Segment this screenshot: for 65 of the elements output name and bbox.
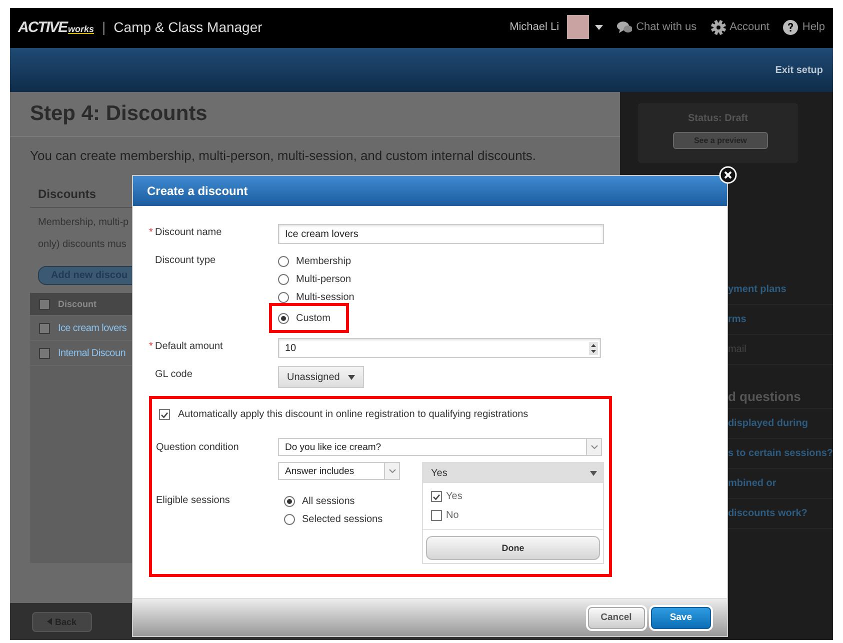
spinner-arrows-icon[interactable] <box>589 342 598 354</box>
header-link[interactable]: Chat with us <box>617 20 697 34</box>
field-label: Question condition <box>156 442 240 452</box>
intro-text: You can create membership, multi-person, multi-session, and custom internal discounts. <box>29 147 538 165</box>
app-logo: ACTIVEworks <box>18 18 94 36</box>
field-label: Eligible sessions <box>156 495 230 506</box>
answer-checkbox[interactable]: No <box>423 506 467 525</box>
discount-link[interactable]: Ice cream lovers <box>58 322 127 334</box>
checkmark-icon <box>433 494 440 500</box>
radio-option[interactable]: Multi-person <box>272 270 358 288</box>
dropdown-button[interactable]: Unassigned <box>278 366 364 388</box>
radio-button[interactable] <box>278 312 289 324</box>
text-input[interactable]: Ice cream lovers <box>278 224 604 244</box>
header-link[interactable]: Help <box>783 20 825 34</box>
chat-icon <box>617 20 632 34</box>
checkmark-icon <box>161 412 168 418</box>
help-icon <box>783 20 798 34</box>
required-asterisk: * <box>149 227 153 238</box>
gear-icon <box>710 20 726 34</box>
left-triangle-icon <box>47 618 52 625</box>
caret-icon <box>590 470 597 476</box>
radio-button[interactable] <box>278 274 289 284</box>
field-label: Discount type <box>154 254 217 268</box>
avatar-photo <box>567 15 590 39</box>
field-label: GL code <box>154 368 194 382</box>
dialog-title: Create a discount <box>147 184 248 198</box>
save-button[interactable]: Save <box>650 606 711 628</box>
radio-button[interactable] <box>278 256 289 266</box>
caret-icon[interactable] <box>595 24 604 30</box>
radio-button[interactable] <box>284 514 295 524</box>
auto-apply-checkbox[interactable]: Automatically apply this discount in online registration to qualifying registrations <box>156 409 528 420</box>
separator-label: | <box>102 19 106 35</box>
header-link[interactable]: Account <box>710 20 770 34</box>
operator-select[interactable]: Answer includes <box>278 462 400 480</box>
exit-setup-link[interactable]: Exit setup <box>775 64 823 76</box>
chevron-down-icon <box>388 469 396 473</box>
field-label: * Discount name <box>149 226 223 240</box>
answer-checkbox[interactable]: Yes <box>423 487 470 506</box>
done-button[interactable]: Done <box>426 536 600 560</box>
section-text: Membership, multi-p <box>37 216 130 230</box>
radio-button[interactable] <box>284 496 295 506</box>
radio-option[interactable]: Custom <box>272 306 346 330</box>
section-text: only) discounts mus <box>37 238 128 252</box>
row-checkbox[interactable] <box>38 322 50 334</box>
radio-option[interactable]: All sessions <box>278 492 361 510</box>
radio-option[interactable]: Multi-session <box>272 288 360 306</box>
required-asterisk: * <box>149 341 153 352</box>
caret-icon <box>348 374 355 380</box>
number-input[interactable]: 10 <box>278 338 601 358</box>
field-label: * Default amount <box>149 340 224 354</box>
row-checkbox[interactable] <box>38 298 50 310</box>
radio-button[interactable] <box>278 292 289 302</box>
column-header: Discount <box>58 299 97 309</box>
cancel-button[interactable]: Cancel <box>588 606 645 628</box>
user-name[interactable]: Michael Li <box>510 21 560 33</box>
answer-select[interactable]: Yes <box>423 463 603 483</box>
close-icon[interactable] <box>719 166 737 184</box>
row-checkbox[interactable] <box>38 348 50 358</box>
page-title: Step 4: Discounts <box>30 102 208 126</box>
chevron-down-icon <box>590 445 598 449</box>
app-title: Camp & Class Manager <box>114 19 262 35</box>
discount-link[interactable]: Internal Discoun <box>58 348 126 358</box>
question-select[interactable]: Do you like ice cream? <box>278 438 602 456</box>
radio-option[interactable]: Selected sessions <box>278 510 389 528</box>
radio-option[interactable]: Membership <box>272 252 358 270</box>
